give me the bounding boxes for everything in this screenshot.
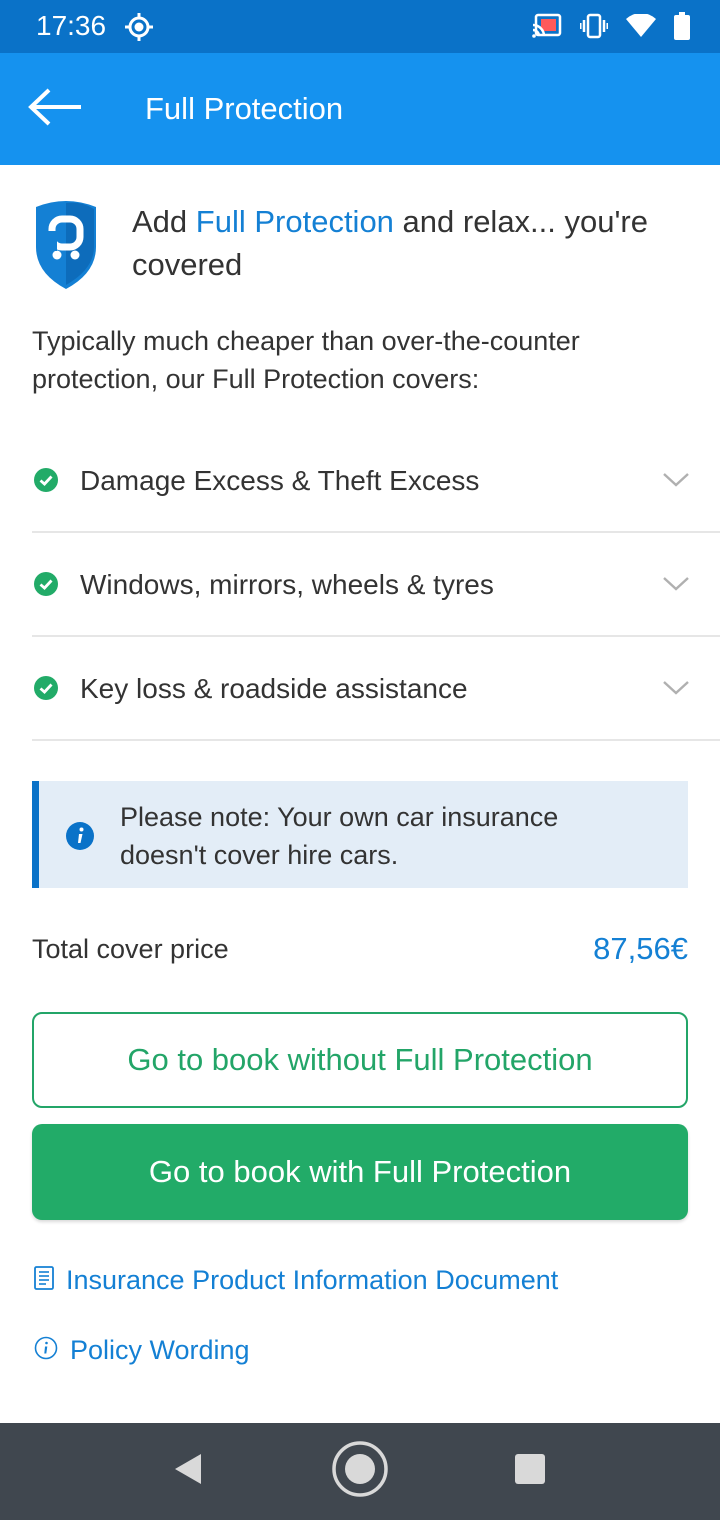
hero-text-accent: Full Protection	[195, 204, 394, 239]
circle-home-icon	[331, 1440, 389, 1503]
cover-item-label: Windows, mirrors, wheels & tyres	[80, 569, 494, 600]
shield-logo-icon	[32, 197, 100, 290]
back-button[interactable]	[22, 80, 88, 138]
triangle-back-icon	[173, 1452, 203, 1491]
info-note: Please note: Your own car insurance does…	[32, 781, 688, 888]
battery-icon	[674, 12, 690, 40]
square-recents-icon	[514, 1453, 546, 1490]
wifi-icon	[626, 14, 656, 38]
status-bar: 17:36	[0, 0, 720, 53]
app-bar: Full Protection	[0, 53, 720, 165]
intro-text: Typically much cheaper than over-the-cou…	[32, 326, 580, 394]
price-value: 87,56€	[593, 931, 688, 966]
arrow-left-icon	[27, 87, 83, 132]
nav-back-button[interactable]	[158, 1441, 218, 1501]
chevron-down-icon[interactable]	[662, 471, 690, 489]
cover-item-key-loss[interactable]: Key loss & roadside assistance	[32, 637, 720, 741]
price-label: Total cover price	[32, 934, 229, 964]
check-circle-icon	[34, 676, 58, 700]
info-outline-icon	[34, 1336, 58, 1365]
cover-item-damage-excess[interactable]: Damage Excess & Theft Excess	[32, 429, 720, 533]
policy-link-text: Policy Wording	[70, 1334, 250, 1365]
location-icon	[124, 12, 154, 42]
system-nav-bar	[0, 1423, 720, 1520]
status-time: 17:36	[36, 10, 107, 41]
page-title: Full Protection	[145, 91, 344, 126]
chevron-down-icon[interactable]	[662, 575, 690, 593]
info-icon	[66, 822, 94, 850]
book-with-protection-button[interactable]: Go to book with Full Protection	[32, 1124, 688, 1220]
ipid-link-text: Insurance Product Information Document	[66, 1264, 559, 1295]
check-circle-icon	[34, 468, 58, 492]
policy-wording-link[interactable]: Policy Wording	[34, 1332, 250, 1368]
nav-home-button[interactable]	[330, 1440, 390, 1503]
cover-item-windows-mirrors[interactable]: Windows, mirrors, wheels & tyres	[32, 533, 720, 637]
cover-list: Damage Excess & Theft Excess Windows, mi…	[32, 429, 720, 741]
book-without-protection-button[interactable]: Go to book without Full Protection	[32, 1012, 688, 1108]
hero-section: Add Full Protection and relax... you're …	[32, 197, 692, 297]
hero-text-prefix: Add	[132, 204, 196, 239]
note-text: Please note: Your own car insurance does…	[120, 802, 559, 870]
vibrate-icon	[580, 13, 608, 39]
chevron-down-icon[interactable]	[662, 679, 690, 697]
nav-recents-button[interactable]	[500, 1441, 560, 1501]
hero-heading: Add Full Protection and relax... you're …	[132, 200, 702, 286]
cast-icon	[532, 13, 562, 39]
price-row: Total cover price 87,56€	[32, 931, 688, 971]
cover-item-label: Damage Excess & Theft Excess	[80, 465, 480, 496]
ipid-link[interactable]: Insurance Product Information Document	[34, 1262, 558, 1298]
cover-item-label: Key loss & roadside assistance	[80, 673, 468, 704]
document-icon	[34, 1265, 54, 1295]
check-circle-icon	[34, 572, 58, 596]
main-content: Add Full Protection and relax... you're …	[0, 165, 720, 1423]
